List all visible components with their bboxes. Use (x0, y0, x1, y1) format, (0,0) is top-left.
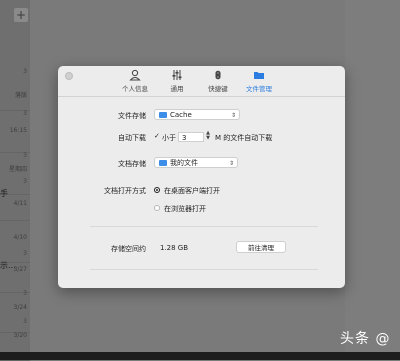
doc-storage-label: 文档存储 (118, 160, 146, 168)
size-stepper[interactable]: ▲ ▼ (205, 131, 211, 142)
doc-storage-select[interactable]: 我的文件 ⇕ (154, 157, 238, 168)
auto-download-suffix: M 的文件自动下载 (215, 134, 273, 142)
folder-icon (159, 112, 167, 118)
tab-profile[interactable]: 个人信息 (115, 69, 155, 94)
storage-space-value: 1.28 GB (160, 244, 189, 252)
chat-timestamp: 落版 (14, 92, 27, 99)
tab-label: 快捷键 (208, 85, 228, 93)
person-icon (129, 69, 141, 81)
mute-mark: 3 (23, 290, 27, 297)
preferences-window: 个人信息 通用 快捷键 文件管理 文件存储 Cache ⇕ 自动下载 ✓ 小于 … (58, 66, 345, 288)
chat-timestamp: 3/27 (13, 266, 27, 273)
chat-panel-background (345, 0, 400, 360)
chevron-updown-icon: ⇕ (230, 112, 236, 119)
chat-timestamp: 星期四 (8, 166, 27, 173)
command-icon (215, 70, 221, 80)
tab-label: 通用 (170, 85, 184, 93)
file-storage-label: 文件存储 (118, 112, 146, 120)
chat-timestamp: 3/24 (13, 304, 27, 311)
divider (90, 269, 318, 270)
auto-download-prefix: 小于 (162, 134, 176, 142)
tab-label: 文件管理 (246, 85, 272, 93)
tab-file-management[interactable]: 文件管理 (239, 69, 279, 94)
sliders-icon (172, 70, 182, 80)
mute-mark: 3 (23, 250, 27, 257)
radio-browser[interactable] (154, 205, 160, 211)
chat-timestamp: 3/20 (13, 332, 27, 339)
chat-list-item[interactable]: 3 示... 3/27 (0, 250, 30, 293)
background-toolbar: + (0, 8, 400, 30)
size-limit-input[interactable]: 3 (178, 132, 204, 142)
chat-list-item[interactable]: 3 落版 (0, 68, 30, 111)
mute-mark: 3 (23, 318, 27, 325)
chat-timestamp: 16:15 (9, 127, 27, 134)
chat-timestamp: 4/11 (13, 200, 27, 207)
mute-mark: 3 (23, 110, 27, 117)
chevron-updown-icon: ⇕ (228, 160, 234, 167)
open-mode-label: 文档打开方式 (104, 187, 146, 195)
chat-timestamp: 4/10 (13, 234, 27, 241)
add-chat-button[interactable]: + (14, 8, 28, 22)
auto-download-label: 自动下载 (118, 134, 146, 142)
mute-mark: 3 (23, 68, 27, 75)
mute-mark: 3 (23, 178, 27, 185)
file-storage-select[interactable]: Cache ⇕ (154, 109, 240, 120)
watermark: 头条 @ (340, 331, 391, 347)
file-storage-value: Cache (170, 111, 192, 119)
radio-label: 在桌面客户端打开 (164, 187, 220, 195)
storage-space-label: 存储空间约 (111, 245, 146, 253)
tab-general[interactable]: 通用 (157, 69, 197, 94)
radio-desktop-client[interactable] (154, 187, 160, 193)
chat-list-item[interactable]: 3 手 4/11 (0, 178, 30, 221)
radio-label: 在浏览器打开 (164, 205, 206, 213)
chat-list-item[interactable]: 3 16:15 (0, 110, 30, 153)
tab-label: 个人信息 (122, 85, 148, 93)
mute-mark: 3 (23, 152, 27, 159)
preferences-toolbar: 个人信息 通用 快捷键 文件管理 (58, 66, 345, 97)
tab-shortcuts[interactable]: 快捷键 (198, 69, 238, 94)
divider (90, 226, 318, 227)
folder-icon (159, 160, 167, 166)
taskbar-strip (0, 352, 400, 360)
clean-up-button[interactable]: 前往清理 (236, 241, 286, 253)
chat-preview: 手 (0, 189, 8, 198)
auto-download-checkbox[interactable]: ✓ (154, 133, 161, 140)
doc-storage-value: 我的文件 (170, 159, 198, 167)
folder-icon (254, 72, 264, 79)
